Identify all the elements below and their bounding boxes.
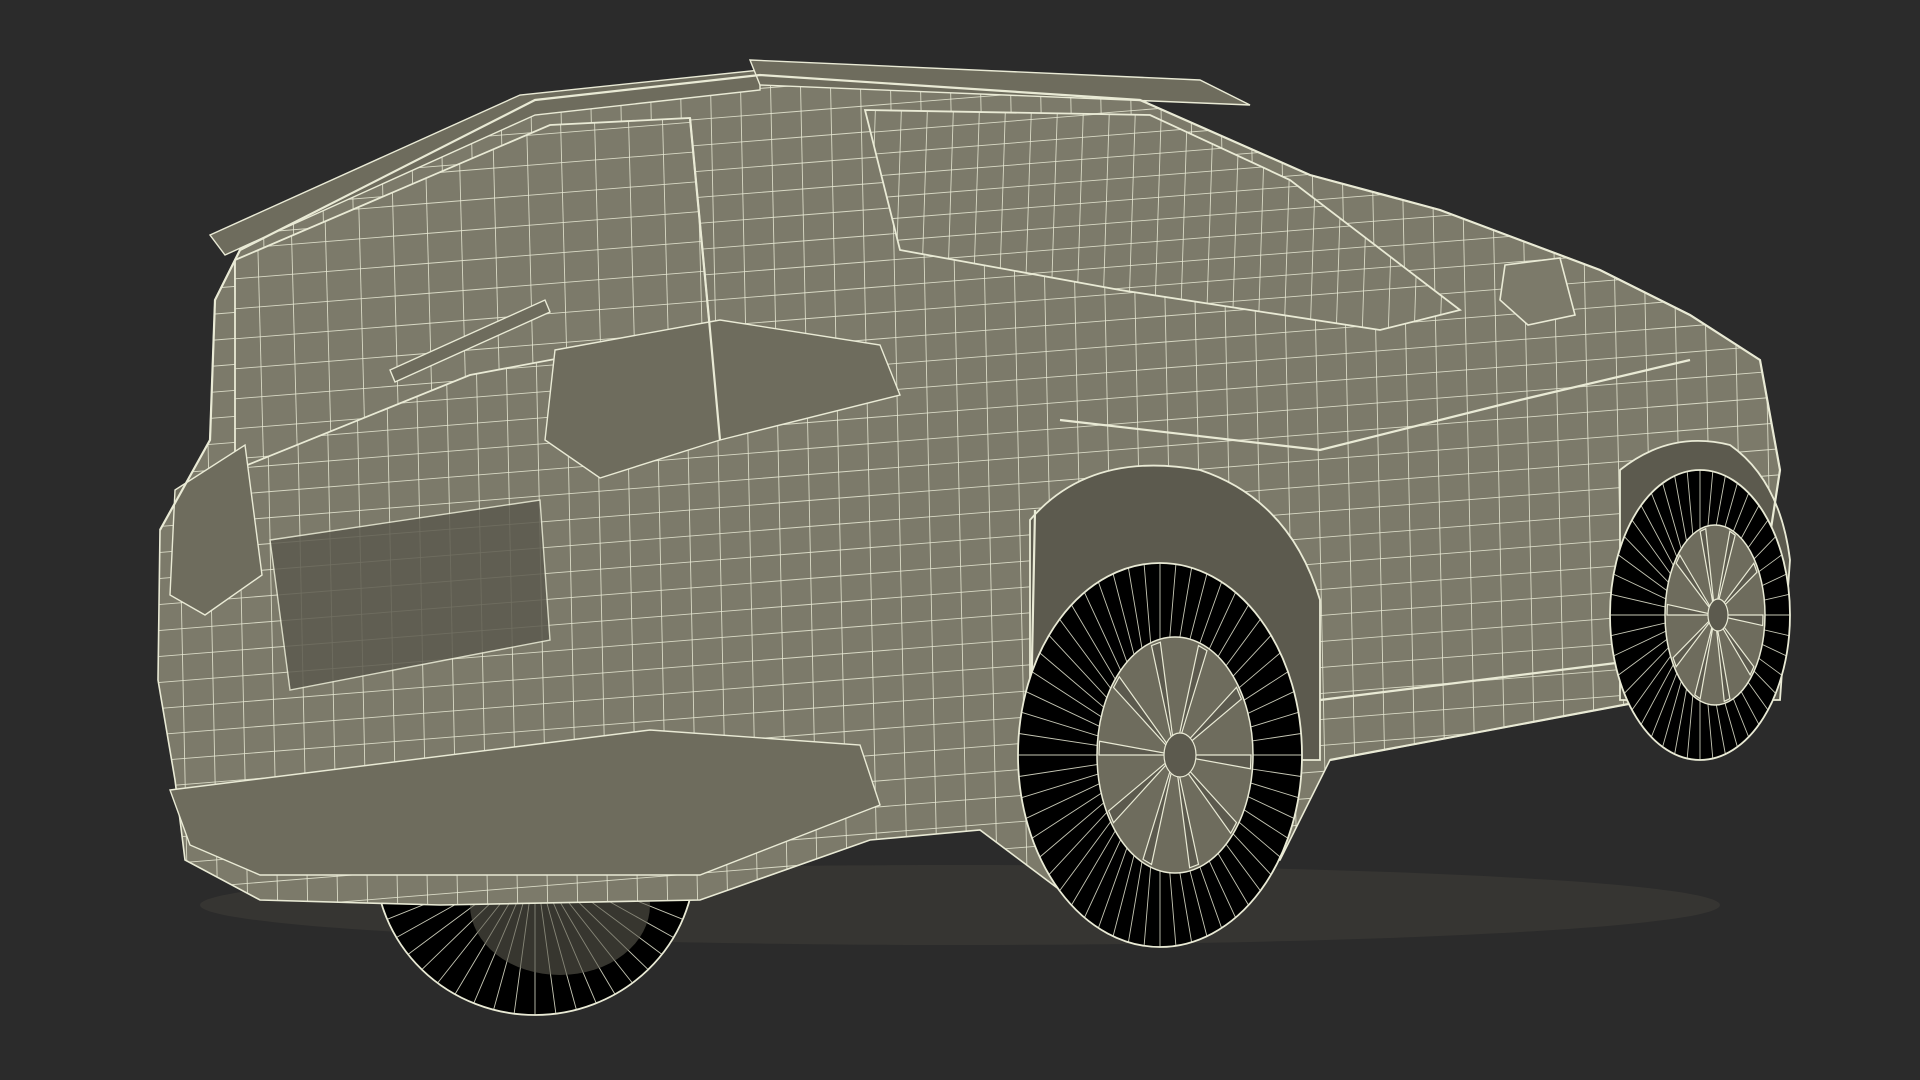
suv-wireframe-render	[0, 0, 1920, 1080]
wheel-hub	[1707, 598, 1729, 632]
rear-right-wheel	[1017, 562, 1303, 948]
render-viewport	[0, 0, 1920, 1080]
wheel-hub	[1163, 732, 1197, 778]
front-right-wheel	[1609, 469, 1791, 761]
